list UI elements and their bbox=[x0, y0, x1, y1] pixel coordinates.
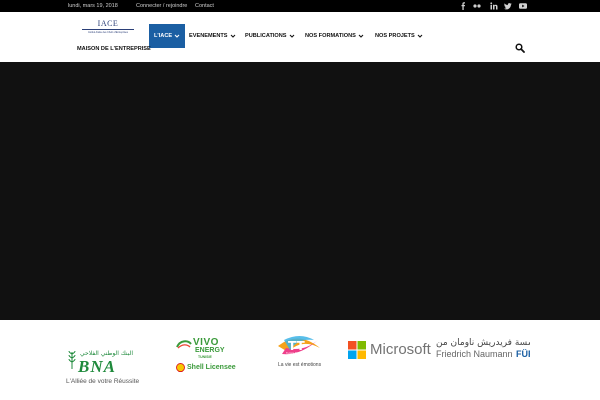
partner-fnf-logo[interactable]: مؤسسة فريدريش ناومان من Friedrich Nauman… bbox=[436, 338, 530, 364]
tt-slogan: La vie est émotions bbox=[278, 362, 322, 368]
partner-microsoft-logo[interactable]: Microsoft bbox=[348, 341, 438, 361]
iace-logo[interactable]: IACE Institut Arabe des Chefs d'Entrepri… bbox=[80, 19, 136, 37]
shell-licensee-label: Shell Licensee bbox=[187, 364, 236, 371]
logo-name: IACE bbox=[97, 19, 119, 28]
partner-bna-logo[interactable]: البنك الوطني الفلاحي BNA L'Alliée de vot… bbox=[66, 348, 161, 390]
chevron-down-icon bbox=[174, 34, 180, 38]
fnf-arabic-name: مؤسسة فريدريش ناومان من bbox=[436, 338, 530, 348]
nav-item-evenements[interactable]: EVENEMENTS bbox=[189, 32, 236, 40]
flickr-icon[interactable] bbox=[473, 1, 481, 11]
search-icon[interactable] bbox=[515, 43, 525, 53]
nav-item-formations[interactable]: NOS FORMATIONS bbox=[305, 32, 364, 40]
contact-link[interactable]: Contact bbox=[195, 2, 214, 10]
bna-arabic-name: البنك الوطني الفلاحي bbox=[80, 350, 133, 357]
facebook-icon[interactable] bbox=[461, 1, 467, 11]
vivo-energy: ENERGY bbox=[195, 347, 225, 354]
nav-item-publications[interactable]: PUBLICATIONS bbox=[245, 32, 295, 40]
fnf-suffix: FÜR bbox=[516, 349, 530, 359]
partners-strip: البنك الوطني الفلاحي BNA L'Alliée de vot… bbox=[0, 320, 600, 400]
chevron-down-icon bbox=[358, 34, 364, 38]
nav-item-iace[interactable]: L'IACE bbox=[149, 24, 186, 48]
current-date: lundi, mars 19, 2018 bbox=[68, 3, 118, 9]
partner-vivo-logo[interactable]: VIVO ENERGY TUNISIE Shell Licensee bbox=[176, 338, 238, 378]
tt-mark: TT bbox=[288, 339, 305, 353]
nav-item-maison[interactable]: MAISON DE L'ENTREPRISE bbox=[77, 45, 151, 53]
tt-name: Tunisie Telecom bbox=[286, 352, 305, 355]
hero-slider[interactable] bbox=[0, 62, 600, 320]
logo-tagline: Institut Arabe des Chefs d'Entreprises bbox=[88, 31, 128, 34]
chevron-down-icon bbox=[289, 34, 294, 38]
bna-name: BNA bbox=[78, 357, 116, 376]
nav-item-label: L'IACE bbox=[154, 33, 173, 39]
youtube-icon[interactable] bbox=[519, 1, 527, 11]
top-bar: lundi, mars 19, 2018 Connecter / rejoind… bbox=[0, 0, 600, 12]
nav-item-label: MAISON DE L'ENTREPRISE bbox=[77, 46, 151, 52]
shell-icon bbox=[176, 363, 185, 372]
wheat-icon bbox=[68, 350, 76, 369]
login-link[interactable]: Connecter / rejoindre bbox=[136, 2, 187, 10]
vivo-swirl-icon bbox=[176, 340, 192, 349]
nav-item-label: PUBLICATIONS bbox=[245, 33, 287, 39]
bna-slogan: L'Alliée de votre Réussite bbox=[66, 378, 140, 385]
vivo-country: TUNISIE bbox=[198, 355, 212, 359]
nav-item-label: EVENEMENTS bbox=[189, 33, 228, 39]
chevron-down-icon bbox=[230, 34, 235, 38]
microsoft-icon bbox=[348, 341, 366, 359]
twitter-icon[interactable] bbox=[504, 1, 512, 11]
chevron-down-icon bbox=[417, 34, 423, 38]
nav-item-label: NOS FORMATIONS bbox=[305, 33, 356, 39]
nav-item-label: NOS PROJETS bbox=[375, 33, 415, 39]
fnf-name: Friedrich Naumann bbox=[436, 349, 513, 359]
linkedin-icon[interactable] bbox=[490, 1, 498, 11]
logo-rule bbox=[82, 29, 134, 30]
partner-tt-logo[interactable]: TT Tunisie Telecom La vie est émotions bbox=[270, 334, 330, 374]
microsoft-name: Microsoft bbox=[370, 341, 431, 358]
nav-item-projets[interactable]: NOS PROJETS bbox=[375, 32, 423, 40]
site-header: IACE Institut Arabe des Chefs d'Entrepri… bbox=[0, 12, 600, 62]
